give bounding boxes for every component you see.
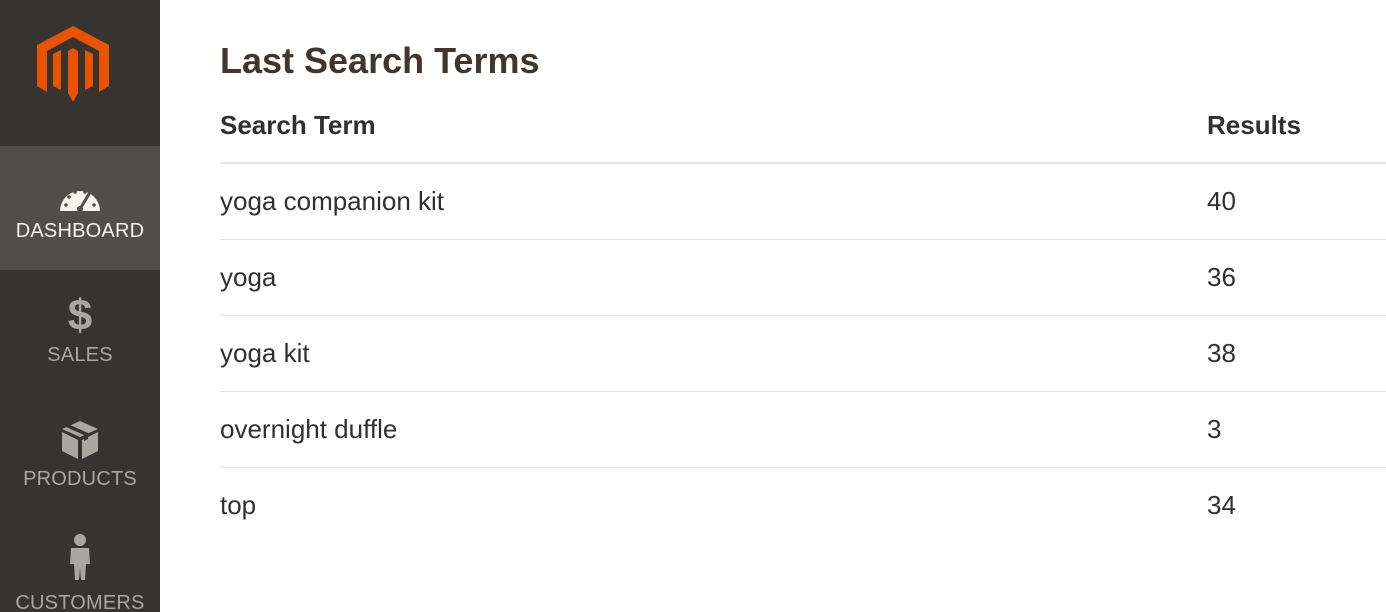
search-term-cell: top — [220, 490, 257, 520]
search-term-cell: overnight duffle — [220, 414, 398, 444]
sidebar-item-products[interactable]: PRODUCTS — [0, 394, 160, 518]
sidebar-item-label: CUSTOMERS — [15, 592, 145, 612]
main-content: Last Search Terms Search Term Results yo… — [220, 0, 1386, 612]
results-cell: 38 — [1207, 338, 1236, 368]
sidebar-item-label: PRODUCTS — [23, 468, 137, 490]
page-title: Last Search Terms — [220, 40, 540, 81]
sidebar-item-sales[interactable]: $ SALES — [0, 270, 160, 394]
search-term-cell: yoga kit — [220, 338, 310, 368]
logo-link[interactable] — [0, 0, 160, 146]
sidebar-item-label: DASHBOARD — [15, 220, 145, 242]
sidebar-item-label: SALES — [47, 344, 113, 366]
column-header-results: Results — [1207, 110, 1301, 140]
results-cell: 36 — [1207, 262, 1236, 292]
table-row[interactable]: yoga 36 — [220, 240, 1386, 316]
dashboard-gauge-icon — [0, 176, 160, 216]
results-cell: 3 — [1207, 414, 1222, 444]
search-term-cell: yoga — [220, 262, 277, 292]
column-header-search-term: Search Term — [220, 110, 376, 140]
search-term-cell: yoga companion kit — [220, 186, 445, 216]
table-header: Search Term Results — [220, 104, 1386, 164]
sidebar: DASHBOARD $ SALES PRODUCTS CUSTOMERS — [0, 0, 160, 612]
table-row[interactable]: top 34 — [220, 468, 1386, 543]
person-icon — [0, 534, 160, 580]
admin-app: DASHBOARD $ SALES PRODUCTS CUSTOMERS Las… — [0, 0, 1386, 612]
sidebar-item-dashboard[interactable]: DASHBOARD — [0, 146, 160, 270]
sidebar-item-customers[interactable]: CUSTOMERS — [0, 518, 160, 612]
magento-logo-icon — [37, 26, 109, 102]
results-cell: 40 — [1207, 186, 1236, 216]
results-cell: 34 — [1207, 490, 1236, 520]
table-row[interactable]: yoga companion kit 40 — [220, 164, 1386, 240]
dollar-icon: $ — [67, 291, 93, 340]
box-icon — [0, 420, 160, 460]
table-row[interactable]: overnight duffle 3 — [220, 392, 1386, 468]
table-row[interactable]: yoga kit 38 — [220, 316, 1386, 392]
